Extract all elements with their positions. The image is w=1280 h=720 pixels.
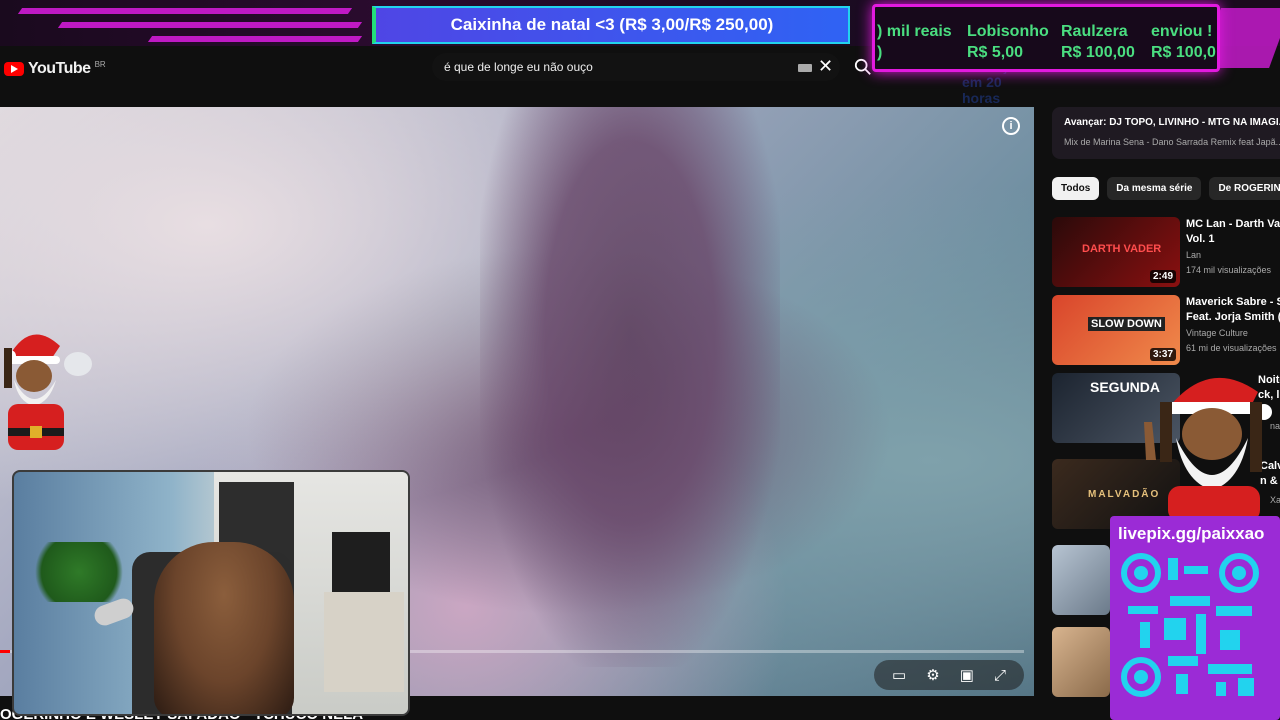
video-title: Maverick Sabre - Sl Feat. Jorja Smith (S bbox=[1186, 296, 1280, 323]
banner-stripe bbox=[147, 36, 363, 42]
keyboard-icon[interactable] bbox=[798, 64, 812, 72]
streamer bbox=[154, 542, 294, 714]
next-up-card[interactable]: Avançar: DJ TOPO, LIVINHO - MTG NA IMAGI… bbox=[1052, 107, 1280, 159]
fullscreen-icon[interactable]: ⤢ bbox=[994, 667, 1006, 684]
next-up-title: Avançar: DJ TOPO, LIVINHO - MTG NA IMAGI… bbox=[1064, 117, 1280, 128]
view-count: 61 mi de visualizações bbox=[1186, 343, 1277, 353]
livepix-qr-panel: livepix.gg/paixxao bbox=[1110, 516, 1280, 720]
search-input[interactable]: é que de longe eu não ouço bbox=[444, 60, 593, 74]
filter-chips: Todos Da mesma série De ROGERINHO bbox=[1052, 177, 1280, 200]
subtitles-icon[interactable]: ▭ bbox=[892, 666, 906, 684]
thumbnail-text: DARTH VADER bbox=[1082, 243, 1162, 255]
channel-name: Vintage Culture bbox=[1186, 328, 1248, 338]
cam-shelf bbox=[324, 592, 404, 692]
video-thumbnail[interactable] bbox=[1052, 545, 1110, 615]
search-box[interactable]: é que de longe eu não ouço Começa em 20 … bbox=[432, 53, 1016, 106]
donation-ticker: ) mil reais ) Lobisonho R$ 5,00 Raulzera… bbox=[872, 4, 1220, 72]
country-code: BR bbox=[94, 59, 106, 69]
view-count: 174 mil visualizações bbox=[1186, 265, 1272, 275]
santa-sticker-left bbox=[4, 334, 92, 450]
logo-text: YouTube bbox=[28, 60, 91, 77]
ticker-entry: ) mil reais ) bbox=[877, 23, 952, 61]
info-icon[interactable]: i bbox=[1002, 117, 1020, 135]
duration-badge: 3:37 bbox=[1149, 348, 1176, 361]
next-up-subtitle: Mix de Marina Sena - Dano Sarrada Remix … bbox=[1064, 137, 1280, 147]
donation-goal-banner: Caixinha de natal <3 (R$ 3,00/R$ 250,00) bbox=[372, 6, 850, 44]
list-item[interactable]: DARTH VADER 2:49 MC Lan - Darth Vad Vol. … bbox=[1052, 217, 1280, 289]
cam-plant bbox=[24, 542, 134, 602]
ticker-entry: Lobisonho R$ 5,00 bbox=[967, 23, 1049, 61]
video-thumbnail[interactable] bbox=[1052, 627, 1110, 697]
thumbnail-text: SLOW DOWN bbox=[1088, 317, 1165, 331]
player-controls: ▭ ⚙ ▣ ⤢ bbox=[874, 660, 1024, 690]
theater-mode-icon[interactable]: ▣ bbox=[960, 666, 974, 684]
settings-gear-icon[interactable]: ⚙ bbox=[926, 666, 939, 684]
chip-all[interactable]: Todos bbox=[1052, 177, 1100, 200]
banner-stripe bbox=[17, 8, 353, 14]
webcam-overlay bbox=[12, 470, 410, 716]
ticker-entry: Raulzera R$ 100,00 bbox=[1061, 23, 1135, 61]
banner-stripe bbox=[57, 22, 363, 28]
list-item[interactable]: SLOW DOWN 3:37 Maverick Sabre - Sl Feat. … bbox=[1052, 295, 1280, 367]
video-title: MC Lan - Darth Vad Vol. 1 bbox=[1186, 218, 1280, 245]
ticker-entry: enviou ! R$ 100,0 bbox=[1151, 23, 1216, 61]
video-thumbnail[interactable]: DARTH VADER 2:49 bbox=[1052, 217, 1180, 287]
qr-code-icon bbox=[1120, 552, 1260, 700]
chip-same-series[interactable]: Da mesma série bbox=[1107, 177, 1202, 200]
youtube-play-icon bbox=[4, 62, 24, 76]
duration-badge: 2:49 bbox=[1149, 270, 1176, 283]
santa-sticker-right bbox=[1144, 377, 1272, 522]
channel-name: Lan bbox=[1186, 250, 1202, 260]
search-icon[interactable] bbox=[854, 58, 872, 76]
progress-fill bbox=[0, 650, 11, 653]
video-frame-figure bbox=[480, 107, 780, 667]
clear-search-icon[interactable]: ✕ bbox=[818, 56, 833, 77]
youtube-logo[interactable]: YouTube BR bbox=[4, 60, 106, 78]
livepix-url: livepix.gg/paixxao bbox=[1118, 524, 1265, 543]
chip-from-channel[interactable]: De ROGERINHO bbox=[1209, 177, 1280, 200]
video-thumbnail[interactable]: SLOW DOWN 3:37 bbox=[1052, 295, 1180, 365]
